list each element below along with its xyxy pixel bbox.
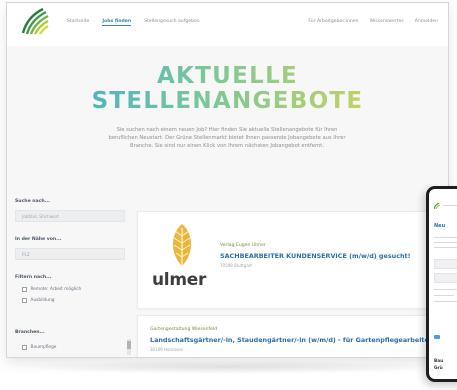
job-location: 70599 Stuttgart (220, 263, 252, 268)
top-navigation: Startseite Jobs finden Stellengesuch auf… (7, 3, 448, 46)
phone-bottom-text: Bau (434, 359, 444, 364)
phone-input (434, 273, 457, 283)
ulmer-leaf-logo (173, 224, 191, 266)
branches-scrollbar[interactable] (127, 339, 131, 355)
job-title-link[interactable]: SACHBEARBEITER KUNDENSERVICE (m/w/d) ges… (220, 252, 411, 260)
filter-option-label: Remote: Arbeit möglich (30, 287, 82, 292)
job-card[interactable]: Gartengestaltung Wiesenfeld Landschaftsg… (137, 315, 443, 357)
location-input[interactable]: PLZ (15, 248, 125, 260)
nav-arbeitgeber[interactable]: Für Arbeitgeber:innen (308, 19, 358, 24)
phone-text-line (434, 295, 454, 297)
job-card[interactable]: ulmer Verlag Eugen Ulmer SACHBEARBEITER … (137, 211, 443, 309)
nav-jobs-finden[interactable]: Jobs finden (102, 19, 132, 26)
hero-title-line-2: STELLENANGEBOTE (7, 88, 448, 114)
nav-startseite[interactable]: Startseite (67, 19, 89, 26)
checkbox-baumpflege[interactable] (22, 345, 27, 350)
phone-badge (434, 335, 440, 339)
branch-option-baumpflege[interactable]: Baumpflege (15, 343, 125, 352)
phone-mockup: Neu Bau Grü (426, 186, 457, 382)
scrollbar-thumb[interactable] (127, 341, 131, 349)
filter-label: Filtern nach... (15, 275, 52, 280)
main-nav: Startseite Jobs finden Stellengesuch auf… (67, 19, 200, 26)
phone-text-line (434, 301, 457, 303)
filter-option-label: Ausbildung (30, 298, 55, 303)
phone-logo-icon (434, 203, 440, 209)
search-input[interactable]: Jobtitel, Stichwort (15, 210, 125, 222)
phone-text-line (434, 247, 457, 249)
checkbox-ausbildung[interactable] (22, 298, 27, 303)
phone-input (434, 259, 457, 269)
checkbox-remote[interactable] (22, 287, 27, 292)
browser-window: Startseite Jobs finden Stellengesuch auf… (6, 2, 449, 358)
nav-wissenswertes[interactable]: Wissenswertes (370, 19, 404, 24)
secondary-nav: Für Arbeitgeber:innen Wissenswertes Anme… (308, 19, 438, 24)
phone-heading: Neu (434, 223, 446, 229)
hero-title-line-1: AKTUELLE (7, 63, 448, 89)
job-location: 30169 Hannover (150, 347, 184, 352)
company-logo-wordmark: ulmer (152, 270, 207, 290)
window-shadow (18, 360, 438, 374)
filter-option-ausbildung[interactable]: Ausbildung (15, 296, 125, 305)
phone-bottom-text: Grü (434, 366, 443, 371)
branch-option-label: Baumpflege (30, 345, 57, 350)
nav-anmelden[interactable]: Anmelden (415, 19, 438, 24)
job-title-link[interactable]: Landschaftsgärtner/-in, Staudengärtner/-… (150, 336, 433, 344)
near-label: In der Nähe von... (15, 237, 62, 242)
phone-text-line (434, 237, 457, 239)
company-name: Verlag Eugen Ulmer (220, 243, 266, 248)
phone-menu-bar (443, 205, 457, 206)
gruener-stellenmarkt-logo[interactable] (21, 7, 49, 35)
nav-stellengesuch[interactable]: Stellengesuch aufgeben (144, 19, 200, 26)
phone-text-line (434, 242, 457, 244)
branches-label: Branchen... (15, 330, 45, 335)
filter-option-remote[interactable]: Remote: Arbeit möglich (15, 285, 125, 294)
company-name: Gartengestaltung Wiesenfeld (150, 327, 218, 332)
hero-intro-text: Sie suchen nach einem neuen Job? Hier fi… (108, 127, 346, 149)
phone-text-line (434, 289, 457, 291)
search-label: Suche nach... (15, 199, 50, 204)
